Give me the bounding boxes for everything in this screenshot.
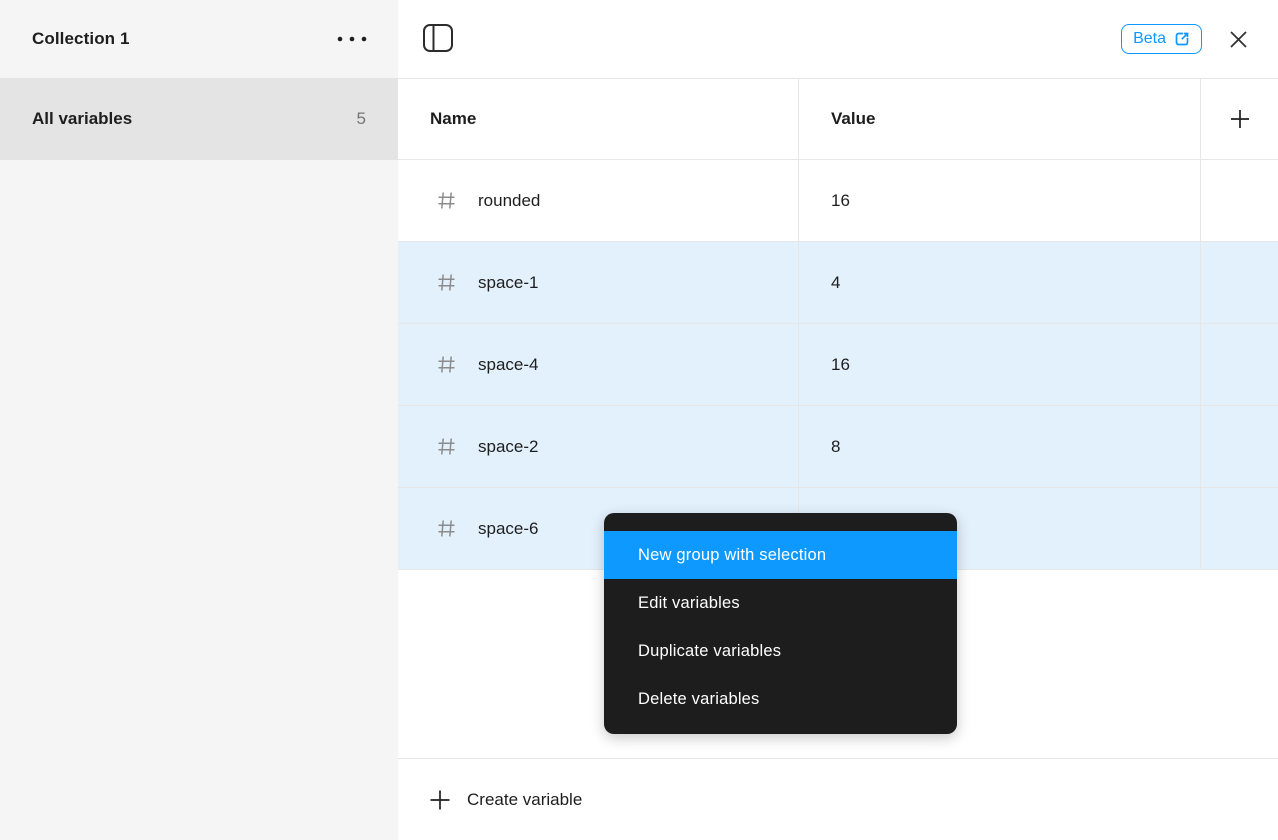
variable-name: space-1	[478, 273, 538, 293]
extra-cell	[1201, 160, 1278, 241]
column-label: Name	[430, 109, 476, 129]
column-header-name: Name	[398, 79, 799, 159]
value-cell: 16	[799, 160, 1201, 241]
extra-cell	[1201, 324, 1278, 405]
column-header-extra	[1201, 79, 1278, 159]
beta-label: Beta	[1133, 30, 1166, 48]
ellipsis-icon	[336, 36, 368, 42]
name-cell: space-4	[398, 324, 799, 405]
create-variable-button[interactable]: Create variable	[428, 759, 582, 840]
table-row[interactable]: rounded 16	[398, 160, 1278, 242]
extra-cell	[1201, 242, 1278, 323]
add-mode-button[interactable]	[1225, 104, 1255, 134]
collection-header: Collection 1	[0, 0, 398, 78]
hash-number-icon	[437, 191, 456, 210]
table-row[interactable]: space-1 4	[398, 242, 1278, 324]
table-row[interactable]: space-2 8	[398, 406, 1278, 488]
hash-number-icon	[437, 355, 456, 374]
menu-item-delete-variables[interactable]: Delete variables	[604, 675, 957, 723]
close-button[interactable]	[1226, 27, 1251, 52]
panel-toggle-icon	[423, 24, 453, 52]
extra-cell	[1201, 406, 1278, 487]
variable-value: 8	[831, 437, 840, 457]
name-cell: space-2	[398, 406, 799, 487]
variable-value: 16	[831, 355, 850, 375]
column-label: Value	[831, 109, 875, 129]
hash-number-icon	[437, 273, 456, 292]
table-row[interactable]: space-4 16	[398, 324, 1278, 406]
close-icon	[1228, 29, 1249, 50]
column-header-value: Value	[799, 79, 1201, 159]
variable-name: space-4	[478, 355, 538, 375]
topbar: Beta	[398, 0, 1278, 78]
extra-cell	[1201, 488, 1278, 569]
hash-number-icon	[437, 519, 456, 538]
variable-value: 4	[831, 273, 840, 293]
collection-title: Collection 1	[32, 29, 130, 49]
table-header: Name Value	[398, 78, 1278, 160]
topbar-right: Beta	[1121, 0, 1251, 78]
variable-value: 16	[831, 191, 850, 211]
collection-menu-button[interactable]	[332, 30, 372, 48]
create-variable-label: Create variable	[467, 790, 582, 810]
plus-icon	[428, 788, 452, 812]
variable-name: space-6	[478, 519, 538, 539]
external-link-icon	[1174, 31, 1190, 47]
beta-badge[interactable]: Beta	[1121, 24, 1202, 54]
hash-number-icon	[437, 437, 456, 456]
name-cell: rounded	[398, 160, 799, 241]
context-menu: New group with selection Edit variables …	[604, 513, 957, 734]
value-cell: 4	[799, 242, 1201, 323]
sidebar: Collection 1 All variables 5	[0, 0, 398, 840]
menu-item-duplicate-variables[interactable]: Duplicate variables	[604, 627, 957, 675]
sidebar-item-all-variables[interactable]: All variables 5	[0, 78, 398, 160]
bottom-bar: Create variable	[398, 758, 1278, 840]
menu-item-new-group[interactable]: New group with selection	[604, 531, 957, 579]
plus-icon	[1229, 108, 1251, 130]
variables-panel: Collection 1 All variables 5	[0, 0, 1278, 840]
value-cell: 16	[799, 324, 1201, 405]
variable-name: rounded	[478, 191, 540, 211]
toggle-sidebar-button[interactable]	[421, 22, 455, 54]
sidebar-item-count: 5	[357, 109, 366, 129]
menu-item-edit-variables[interactable]: Edit variables	[604, 579, 957, 627]
value-cell: 8	[799, 406, 1201, 487]
sidebar-item-label: All variables	[32, 109, 132, 129]
name-cell: space-1	[398, 242, 799, 323]
variable-name: space-2	[478, 437, 538, 457]
